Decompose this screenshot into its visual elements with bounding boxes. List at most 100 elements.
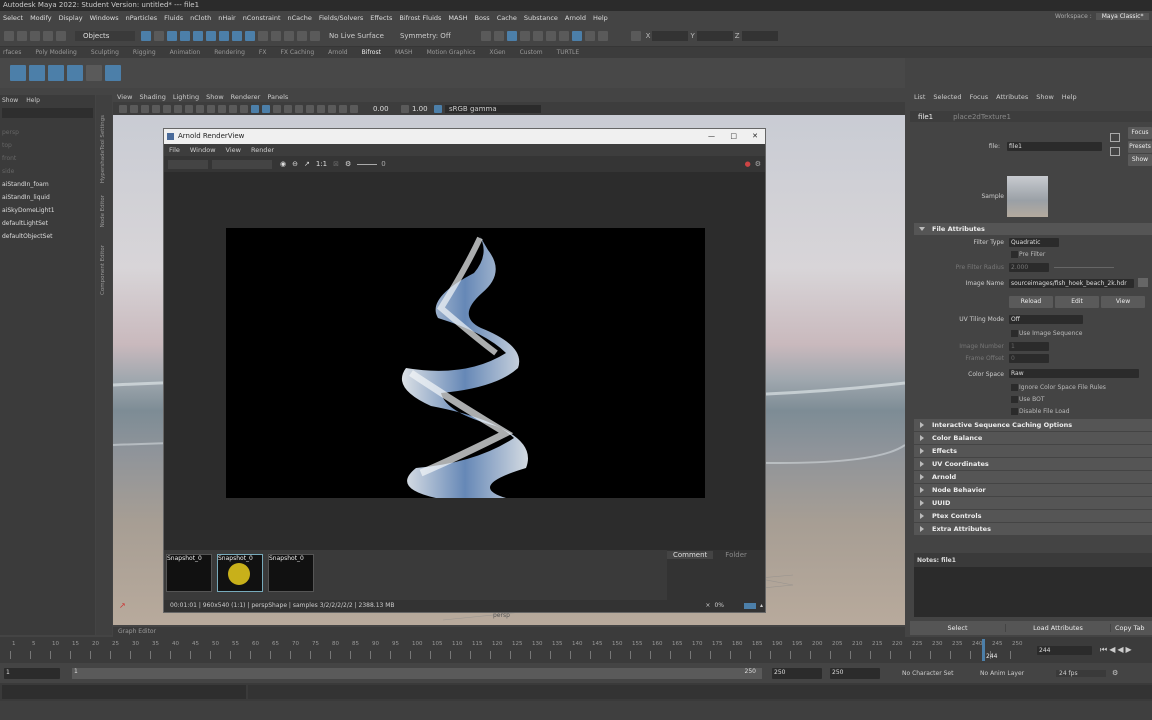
live-surface-label[interactable]: No Live Surface [329,32,384,40]
outliner-item-side[interactable]: side [0,165,95,178]
menu-ncloth[interactable]: nCloth [190,14,211,22]
render-seq-icon[interactable] [493,30,504,41]
aov-dropdown[interactable] [168,159,208,169]
lights-icon[interactable] [262,104,270,113]
viewport-menu-renderer[interactable]: Renderer [231,93,261,101]
outliner-item-defaultlightset[interactable]: defaultLightSet [0,217,95,230]
frame-offset-field[interactable]: 0 [1009,354,1049,363]
mel-input[interactable] [2,685,246,699]
open-scene-icon[interactable] [17,30,27,41]
gamma-field[interactable]: 1.00 [412,105,434,113]
pause-icon[interactable] [597,30,608,41]
menu-help[interactable]: Help [593,14,608,22]
snap-pivot-icon[interactable] [245,30,255,41]
menu-mash[interactable]: MASH [448,14,467,22]
bifrost-collider-icon[interactable] [67,65,83,81]
focus-button[interactable]: Focus [1128,127,1152,139]
menu-cache[interactable]: Cache [497,14,517,22]
menu-boss[interactable]: Boss [474,14,489,22]
snapshot-thumb-1[interactable]: Snapshot_0 [166,554,212,592]
viewport-menu-show[interactable]: Show [206,93,224,101]
section-uuid[interactable]: UUID [914,497,1152,509]
shelf-tab-xgen[interactable]: XGen [489,49,505,56]
outliner-item-front[interactable]: front [0,152,95,165]
section-arnold[interactable]: Arnold [914,471,1152,483]
edit-button[interactable]: Edit [1055,296,1099,308]
ignore-cs-checkbox[interactable] [1011,384,1018,391]
grid-icon[interactable] [163,104,171,113]
close-icon[interactable]: ✕ [752,129,758,144]
attr-menu-list[interactable]: List [914,93,925,101]
graph-editor-label[interactable]: Graph Editor [113,627,905,637]
aa-icon[interactable] [306,104,314,113]
save-scene-icon[interactable] [30,30,40,41]
arnold-view-icon[interactable] [571,30,582,41]
menu-select[interactable]: Select [3,14,23,22]
xray-icon[interactable] [328,104,336,113]
viewport-menu-panels[interactable]: Panels [267,93,288,101]
bifrost-kill-plane-icon[interactable] [105,65,121,81]
redo-icon[interactable] [56,30,66,41]
playback-controls-icon[interactable]: ⏮◀◀▶ [1100,645,1134,655]
bifrost-emitter-icon[interactable] [48,65,64,81]
bookmark-icon[interactable] [141,104,149,113]
outliner-item-aiskydomelight1[interactable]: aiSkyDomeLight1 [0,204,95,217]
progress-close-icon[interactable]: × [705,600,710,612]
section-color-balance[interactable]: Color Balance [914,432,1152,444]
snap-surface-icon[interactable] [232,30,242,41]
presets-button[interactable]: Presets [1128,141,1152,153]
outliner-item-defaultobjectset[interactable]: defaultObjectSet [0,230,95,243]
shelf-tab-sculpting[interactable]: Sculpting [91,49,119,56]
section-effects[interactable]: Effects [914,445,1152,457]
z-field[interactable] [741,30,778,41]
isolate-icon[interactable] [317,104,325,113]
menu-ncache[interactable]: nCache [288,14,312,22]
resolution-gate-icon[interactable] [185,104,193,113]
menu-fluids[interactable]: Fluids [164,14,183,22]
arnold-ipr-icon[interactable] [558,30,569,41]
outliner-item-aistandin-foam[interactable]: aiStandIn_foam [0,178,95,191]
shelf-tab-animation[interactable]: Animation [170,49,201,56]
attr-menu-help[interactable]: Help [1062,93,1077,101]
camera-attr-icon[interactable] [130,104,138,113]
section-extra-attributes[interactable]: Extra Attributes [914,523,1152,535]
tab-file1[interactable]: file1 [918,113,933,121]
new-scene-icon[interactable] [4,30,14,41]
end-frame-field[interactable]: 250 [772,667,822,679]
sample-swatch[interactable] [1007,176,1048,217]
select-button[interactable]: Select [910,624,1005,632]
section-file-attributes[interactable]: File Attributes [914,223,1152,235]
x-field[interactable] [652,30,689,41]
menu-effects[interactable]: Effects [370,14,392,22]
safe-action-icon[interactable] [218,104,226,113]
snap-grid-icon[interactable] [180,30,190,41]
attr-menu-selected[interactable]: Selected [933,93,961,101]
backface-icon[interactable] [350,104,358,113]
image-number-field[interactable]: 1 [1009,342,1049,351]
gate-mask-icon[interactable] [196,104,204,113]
lasso-tool-icon[interactable] [154,30,164,41]
current-time-marker[interactable] [982,639,985,661]
view-button[interactable]: View [1101,296,1145,308]
selection-mode-dropdown[interactable]: Objects [75,30,135,41]
folder-icon[interactable] [1138,278,1148,287]
anim-prefs-icon[interactable]: ⚙ [1112,669,1118,677]
hypershade-icon[interactable] [532,30,543,41]
ao-icon[interactable] [284,104,292,113]
camera-select-icon[interactable] [119,104,127,113]
symmetry-dropdown[interactable]: Symmetry: Off [400,32,451,40]
bifrost-aero-icon[interactable] [29,65,45,81]
exposure-value[interactable]: 0 [381,160,385,168]
snapshot-thumb-3[interactable]: Snapshot_0 [268,554,314,592]
section-ptex-controls[interactable]: Ptex Controls [914,510,1152,522]
input-icon[interactable] [297,30,307,41]
fps-dropdown[interactable]: 24 fps [1056,669,1106,677]
section-interactive-sequence-caching-options[interactable]: Interactive Sequence Caching Options [914,419,1152,431]
time-slider[interactable]: 1 5 10 15 20 25 30 35 40 45 50 55 60 65 70 75 80 85 90 95 10… [0,637,1152,663]
transform-mode-icon[interactable] [630,30,641,41]
stop-icon[interactable]: ● [745,160,751,168]
attr-menu-attributes[interactable]: Attributes [996,93,1028,101]
menu-modify[interactable]: Modify [30,14,52,22]
menu-arnold[interactable]: Arnold [565,14,586,22]
crop-region-icon[interactable]: ⊖ [292,160,298,168]
